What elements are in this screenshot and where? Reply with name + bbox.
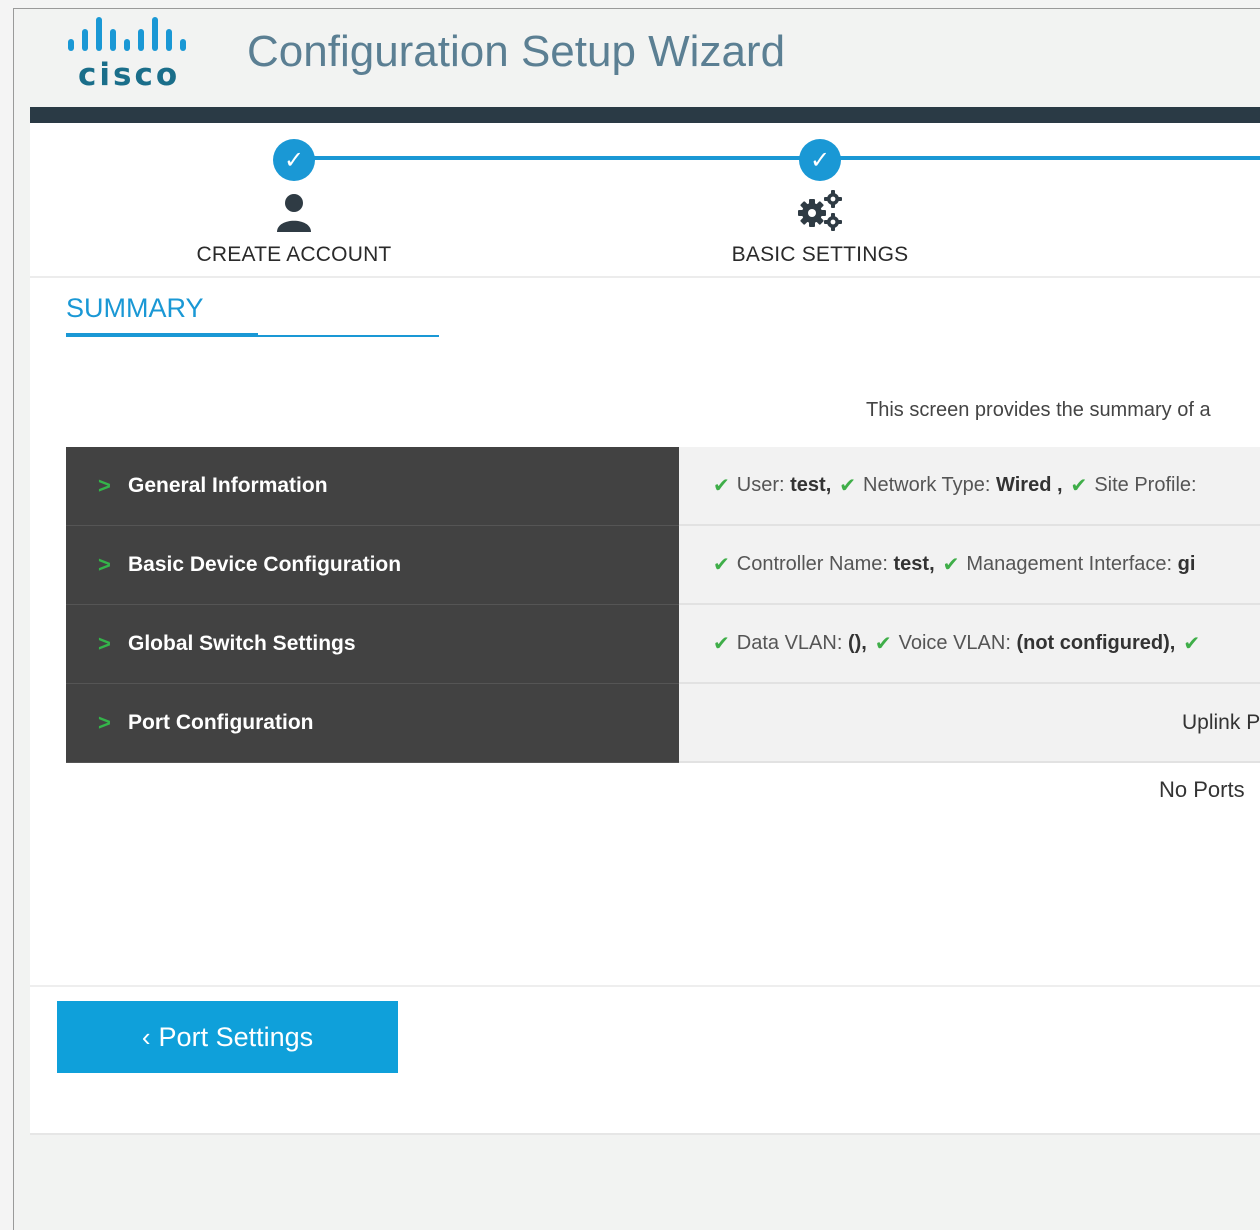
chevron-right-icon: > bbox=[98, 710, 111, 735]
summary-table: > General Information ✔ User: test, ✔ Ne… bbox=[66, 447, 1260, 763]
row-values: ✔ User: test, ✔ Network Type: Wired , ✔ … bbox=[679, 447, 1260, 526]
value-text: (not configured), bbox=[1016, 632, 1176, 654]
user-icon bbox=[164, 189, 424, 233]
check-icon: ✔ bbox=[874, 633, 892, 655]
summary-intro-text: This screen provides the summary of a bbox=[866, 399, 1211, 421]
wizard-progress: ✓ CREATE ACCOUNT ✓ BASIC SETTINGS bbox=[30, 123, 1260, 278]
value-key: Management Interface: bbox=[966, 553, 1173, 575]
back-button-label: Port Settings bbox=[158, 1021, 314, 1052]
check-icon: ✔ bbox=[713, 633, 730, 655]
expand-global-switch-settings[interactable]: > Global Switch Settings bbox=[66, 605, 679, 684]
row-label: Global Switch Settings bbox=[128, 632, 356, 655]
check-icon: ✔ bbox=[839, 475, 857, 497]
value-key: Site Profile: bbox=[1094, 474, 1197, 496]
value-key: Voice VLAN: bbox=[898, 632, 1011, 654]
chevron-right-icon: > bbox=[98, 631, 111, 656]
summary-row-global-switch-settings: > Global Switch Settings ✔ Data VLAN: ()… bbox=[66, 605, 1260, 684]
no-ports-text: No Ports bbox=[1159, 777, 1245, 802]
wizard-window: cisco Configuration Setup Wizard ✓ CREAT… bbox=[13, 8, 1260, 1230]
cisco-logo: cisco bbox=[66, 13, 206, 93]
step-label: BASIC SETTINGS bbox=[731, 243, 909, 266]
check-icon: ✔ bbox=[942, 554, 960, 576]
check-icon: ✔ bbox=[1070, 475, 1088, 497]
value-key: Data VLAN: bbox=[736, 632, 843, 654]
footer-divider bbox=[30, 985, 1260, 987]
step-complete-check-icon: ✓ bbox=[273, 139, 315, 181]
row-label: General Information bbox=[128, 474, 328, 497]
chevron-right-icon: > bbox=[98, 473, 111, 498]
value-text: test, bbox=[790, 474, 832, 496]
value-key: Controller Name: bbox=[736, 553, 888, 575]
check-icon: ✔ bbox=[1183, 633, 1201, 655]
step-complete-check-icon: ✓ bbox=[799, 139, 841, 181]
summary-row-general-information: > General Information ✔ User: test, ✔ Ne… bbox=[66, 447, 1260, 526]
wizard-panel: ✓ CREATE ACCOUNT ✓ BASIC SETTINGS SUMMAR… bbox=[30, 123, 1260, 1135]
row-values: ✔ Controller Name: test, ✔ Management In… bbox=[679, 526, 1260, 605]
expand-basic-device-configuration[interactable]: > Basic Device Configuration bbox=[66, 526, 679, 605]
uplink-ports-heading: Uplink P bbox=[679, 684, 1260, 763]
value-text: (), bbox=[847, 632, 867, 654]
step-label: CREATE ACCOUNT bbox=[196, 243, 392, 266]
summary-row-port-configuration: > Port Configuration Uplink P bbox=[66, 684, 1260, 763]
row-label: Basic Device Configuration bbox=[128, 553, 402, 576]
gears-icon bbox=[690, 189, 950, 233]
value-key: User: bbox=[736, 474, 785, 496]
tab-active-indicator bbox=[66, 333, 258, 337]
value-key: Network Type: bbox=[863, 474, 991, 496]
step-create-account[interactable]: ✓ CREATE ACCOUNT bbox=[164, 139, 424, 267]
row-values: ✔ Data VLAN: (), ✔ Voice VLAN: (not conf… bbox=[679, 605, 1260, 684]
check-icon: ✔ bbox=[713, 475, 730, 497]
value-text: gi bbox=[1177, 553, 1196, 575]
row-label: Port Configuration bbox=[128, 711, 314, 734]
step-basic-settings[interactable]: ✓ BASIC SETTINGS bbox=[690, 139, 950, 267]
chevron-right-icon: > bbox=[98, 552, 111, 577]
expand-general-information[interactable]: > General Information bbox=[66, 447, 679, 526]
tab-summary[interactable]: SUMMARY bbox=[66, 293, 204, 324]
port-settings-back-button[interactable]: ‹ Port Settings bbox=[57, 1001, 398, 1073]
summary-row-basic-device-configuration: > Basic Device Configuration ✔ Controlle… bbox=[66, 526, 1260, 605]
app-title: Configuration Setup Wizard bbox=[247, 27, 786, 76]
check-icon: ✔ bbox=[713, 554, 730, 576]
value-text: test, bbox=[893, 553, 935, 575]
cisco-wordmark: cisco bbox=[78, 57, 181, 93]
cisco-bars-icon bbox=[68, 17, 186, 51]
value-text: Wired , bbox=[996, 474, 1063, 496]
chevron-left-icon: ‹ bbox=[141, 1021, 151, 1052]
expand-port-configuration[interactable]: > Port Configuration bbox=[66, 684, 679, 763]
header-divider bbox=[30, 107, 1260, 123]
